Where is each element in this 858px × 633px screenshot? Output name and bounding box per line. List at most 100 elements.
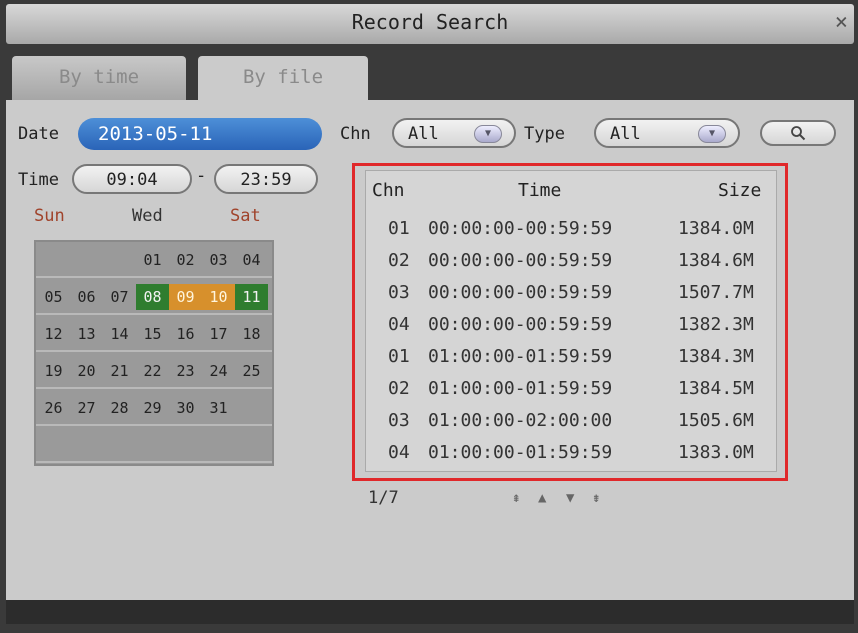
table-row[interactable]: 04 00:00:00-00:59:59 1382.3M [370,314,770,346]
calendar-empty-cell [235,432,268,458]
calendar-empty-cell [37,247,70,273]
calendar-day[interactable]: 16 [169,321,202,347]
calendar-day[interactable]: 05 [37,284,70,310]
date-field[interactable]: 2013-05-11 [78,118,322,150]
calendar-day[interactable]: 22 [136,358,169,384]
tab-by-time[interactable]: By time [12,56,186,100]
calendar-header-sat: Sat [230,206,261,226]
calendar-week-row: 05 06 07 08 09 10 11 [36,279,272,315]
calendar-day[interactable]: 12 [37,321,70,347]
calendar-day[interactable]: 20 [70,358,103,384]
row-chn: 04 [388,314,410,335]
row-size: 1507.7M [678,282,754,303]
prev-page-icon[interactable]: ▲ [538,490,546,506]
row-chn: 03 [388,282,410,303]
row-time: 01:00:00-02:00:00 [428,410,613,431]
calendar-day[interactable]: 29 [136,395,169,421]
type-select-value: All [610,124,641,144]
chn-select[interactable]: All ▼ [392,118,516,148]
calendar-day[interactable]: 09 [169,284,202,310]
last-page-icon[interactable]: ⇟ [592,490,600,506]
first-page-icon[interactable]: ⇞ [512,490,520,506]
calendar-week-row [36,427,272,463]
row-chn: 01 [388,346,410,367]
close-icon[interactable]: × [835,10,848,35]
table-row[interactable]: 01 00:00:00-00:59:59 1384.0M [370,218,770,250]
calendar-day[interactable]: 26 [37,395,70,421]
calendar-day[interactable]: 28 [103,395,136,421]
row-size: 1383.0M [678,442,754,463]
row-chn: 02 [388,378,410,399]
title-bar: Record Search × [6,4,854,44]
calendar-day[interactable]: 06 [70,284,103,310]
calendar-day[interactable]: 27 [70,395,103,421]
calendar-day[interactable]: 15 [136,321,169,347]
calendar-week-row: 19 20 21 22 23 24 25 [36,353,272,389]
calendar-day[interactable]: 08 [136,284,169,310]
calendar-day[interactable]: 31 [202,395,235,421]
row-time: 00:00:00-00:59:59 [428,218,613,239]
calendar-day[interactable]: 30 [169,395,202,421]
calendar-empty-cell [70,247,103,273]
calendar-week-row: 26 27 28 29 30 31 [36,390,272,426]
calendar-day[interactable]: 24 [202,358,235,384]
table-row[interactable]: 02 01:00:00-01:59:59 1384.5M [370,378,770,410]
calendar-day[interactable]: 13 [70,321,103,347]
row-time: 00:00:00-00:59:59 [428,250,613,271]
table-row[interactable]: 04 01:00:00-01:59:59 1383.0M [370,442,770,474]
calendar-day[interactable]: 17 [202,321,235,347]
column-header-time: Time [518,180,562,201]
calendar-day[interactable]: 10 [202,284,235,310]
calendar-day[interactable]: 04 [235,247,268,273]
calendar-header-wed: Wed [132,206,163,226]
time-to-field[interactable]: 23:59 [214,164,318,194]
calendar-empty-cell [103,247,136,273]
row-chn: 03 [388,410,410,431]
chn-label: Chn [340,124,371,144]
row-chn: 01 [388,218,410,239]
chevron-down-icon: ▼ [474,125,502,143]
time-from-field[interactable]: 09:04 [72,164,192,194]
chevron-down-icon: ▼ [698,125,726,143]
calendar-day[interactable]: 19 [37,358,70,384]
search-icon [791,126,806,141]
calendar-empty-cell [37,432,70,458]
row-size: 1384.3M [678,346,754,367]
row-time: 01:00:00-01:59:59 [428,442,613,463]
tab-by-file[interactable]: By file [198,56,368,104]
calendar-empty-cell [70,432,103,458]
calendar-day[interactable]: 14 [103,321,136,347]
row-size: 1384.0M [678,218,754,239]
table-row[interactable]: 01 01:00:00-01:59:59 1384.3M [370,346,770,378]
type-select[interactable]: All ▼ [594,118,740,148]
table-row[interactable]: 03 00:00:00-00:59:59 1507.7M [370,282,770,314]
calendar-day[interactable]: 25 [235,358,268,384]
chn-select-value: All [408,124,439,144]
search-button[interactable] [760,120,836,146]
column-header-size: Size [718,180,762,201]
calendar-empty-cell [103,432,136,458]
calendar-day[interactable]: 11 [235,284,268,310]
calendar-day[interactable]: 23 [169,358,202,384]
calendar-day[interactable]: 18 [235,321,268,347]
next-page-icon[interactable]: ▼ [566,490,574,506]
table-row[interactable]: 03 01:00:00-02:00:00 1505.6M [370,410,770,442]
calendar-week-row: 12 13 14 15 16 17 18 [36,316,272,352]
calendar-day[interactable]: 01 [136,247,169,273]
calendar-day[interactable]: 03 [202,247,235,273]
row-chn: 02 [388,250,410,271]
row-size: 1384.6M [678,250,754,271]
row-time: 00:00:00-00:59:59 [428,282,613,303]
table-row[interactable]: 02 00:00:00-00:59:59 1384.6M [370,250,770,282]
calendar-day[interactable]: 02 [169,247,202,273]
calendar-week-row: 01 02 03 04 [36,242,272,278]
calendar-day[interactable]: 07 [103,284,136,310]
calendar-empty-cell [202,432,235,458]
calendar-empty-cell [136,432,169,458]
row-time: 01:00:00-01:59:59 [428,346,613,367]
row-chn: 04 [388,442,410,463]
row-size: 1382.3M [678,314,754,335]
window-title: Record Search [351,10,509,34]
calendar-day[interactable]: 21 [103,358,136,384]
calendar-empty-cell [235,395,268,421]
